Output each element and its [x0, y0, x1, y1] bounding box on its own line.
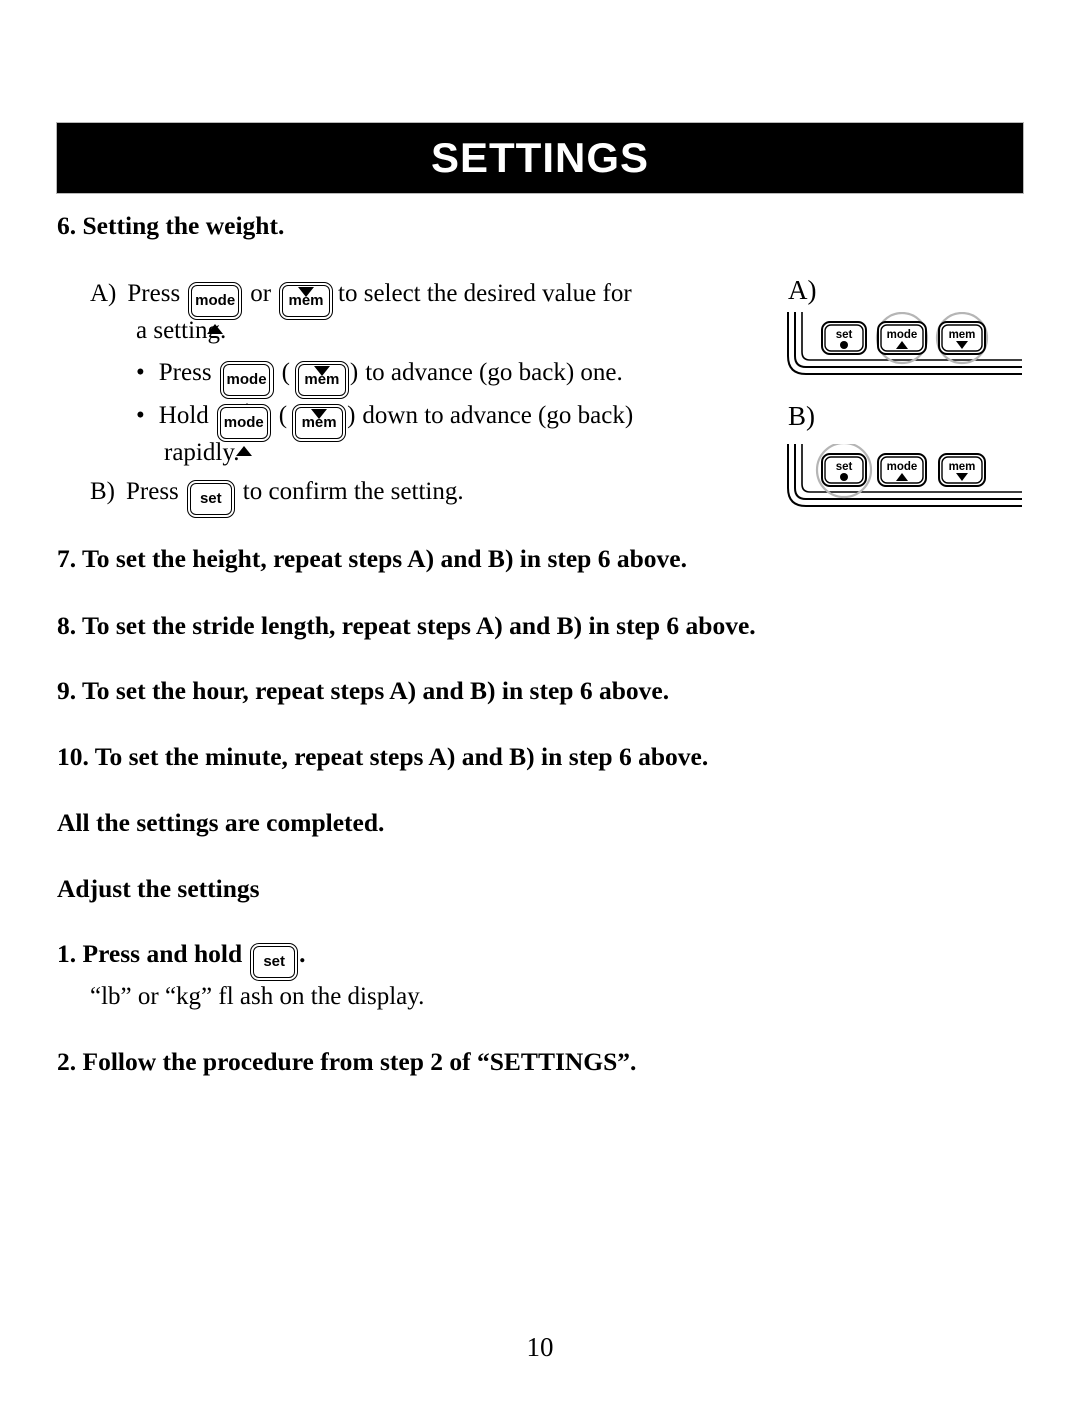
bullet-2-open-paren: (	[278, 402, 288, 429]
adjust-step-1: 1. Press and hold set .	[57, 938, 306, 981]
step-6a-line-1: A) Press mode or mem to select the desir…	[90, 278, 632, 334]
svg-text:mem: mem	[949, 329, 976, 341]
step-6b-label: B)	[90, 478, 115, 505]
step-6b-line: B) Press set to confirm the setting.	[90, 476, 464, 518]
bullet-2-close-paren: )	[347, 402, 356, 429]
figure-a-set-key-icon: set	[821, 321, 867, 355]
step-6a-text-tail: to select the desired value for	[338, 280, 632, 307]
bullet-1-text-tail: to advance (go back) one.	[365, 359, 623, 386]
step-6b-text-tail: to confirm the setting.	[242, 478, 464, 505]
document-page: SETTINGS 6. Setting the weight. A) Press…	[0, 0, 1080, 1411]
bullet-1-text-press: Press	[158, 359, 212, 386]
set-key-label: set	[199, 490, 222, 507]
set-key-icon: set	[250, 943, 299, 981]
set-key-label: set	[263, 953, 286, 970]
adjust-step-1-text: 1. Press and hold	[57, 939, 243, 968]
adjust-settings-heading: Adjust the settings	[57, 874, 260, 903]
step-7: 7. To set the height, repeat steps A) an…	[57, 544, 687, 573]
step-6a-text-or: or	[250, 280, 272, 307]
bullet-1-open-paren: (	[281, 359, 290, 386]
adjust-step-1-note-text: “lb” or “kg” fl ash on the display.	[90, 983, 425, 1010]
figure-b-mem-key-icon: mem	[938, 453, 986, 487]
bullet-icon: •	[136, 359, 145, 386]
set-key-icon: set	[186, 480, 235, 518]
figure-b-set-key-icon: set	[821, 453, 867, 487]
figure-a-mode-key-icon: mode	[877, 321, 927, 355]
svg-text:mode: mode	[887, 329, 918, 341]
bullet-2-text-rapidly: rapidly.	[164, 439, 240, 466]
mem-key-icon: mem	[292, 404, 347, 446]
step-6b-text-press: Press	[126, 478, 179, 505]
figure-a-svg: set mode mem	[787, 311, 1022, 375]
figure-b-mode-key-icon: mode	[877, 453, 927, 487]
bullet-1-close-paren: )	[349, 359, 359, 386]
step-8: 8. To set the stride length, repeat step…	[57, 611, 756, 640]
page-number: 10	[526, 1332, 554, 1362]
step-9: 9. To set the hour, repeat steps A) and …	[57, 676, 670, 705]
bullet-2-text-hold: Hold	[158, 402, 209, 429]
bullet-icon: •	[136, 402, 145, 429]
step-6a-bullet-2: • Hold mode ( mem ) down to advance (go …	[136, 400, 634, 456]
step-10: 10. To set the minute, repeat steps A) a…	[57, 742, 709, 771]
figure-b-label: B)	[788, 401, 815, 431]
mem-key-icon: mem	[279, 282, 334, 324]
figure-b-svg: set mode mem	[787, 441, 1022, 507]
bullet-2-text-tail: down to advance (go back)	[362, 402, 634, 429]
step-6a-label: A)	[90, 280, 117, 307]
svg-text:mem: mem	[949, 461, 976, 473]
figure-a-mem-key-icon: mem	[938, 321, 986, 355]
step-6-heading: 6. Setting the weight.	[57, 211, 285, 240]
figure-a-label: A)	[788, 275, 817, 305]
step-6a-line-2: a setting.	[136, 315, 226, 347]
settings-header-banner: SETTINGS	[57, 123, 1023, 193]
step-6a-text-setting: a setting.	[136, 317, 227, 344]
step-6a-text-press: Press	[127, 280, 181, 307]
step-6a-bullet-1: • Press mode ( mem ) to advance (go back…	[136, 357, 623, 413]
svg-text:mode: mode	[887, 461, 918, 473]
mode-key-icon: mode	[219, 361, 274, 413]
svg-text:set: set	[836, 461, 853, 473]
svg-text:set: set	[836, 329, 853, 341]
figure-a-device-diagram: set mode mem	[782, 311, 1022, 384]
step-6a-bullet-2-cont: rapidly.	[164, 437, 239, 469]
adjust-step-2: 2. Follow the procedure from step 2 of “…	[57, 1047, 637, 1076]
page-title: SETTINGS	[430, 134, 650, 181]
all-settings-completed: All the settings are completed.	[57, 808, 385, 837]
figure-b-device-diagram: set mode mem	[782, 441, 1022, 516]
adjust-step-1-period: .	[299, 939, 306, 968]
mem-key-icon: mem	[294, 361, 349, 403]
adjust-step-1-note: “lb” or “kg” fl ash on the display.	[90, 981, 424, 1013]
